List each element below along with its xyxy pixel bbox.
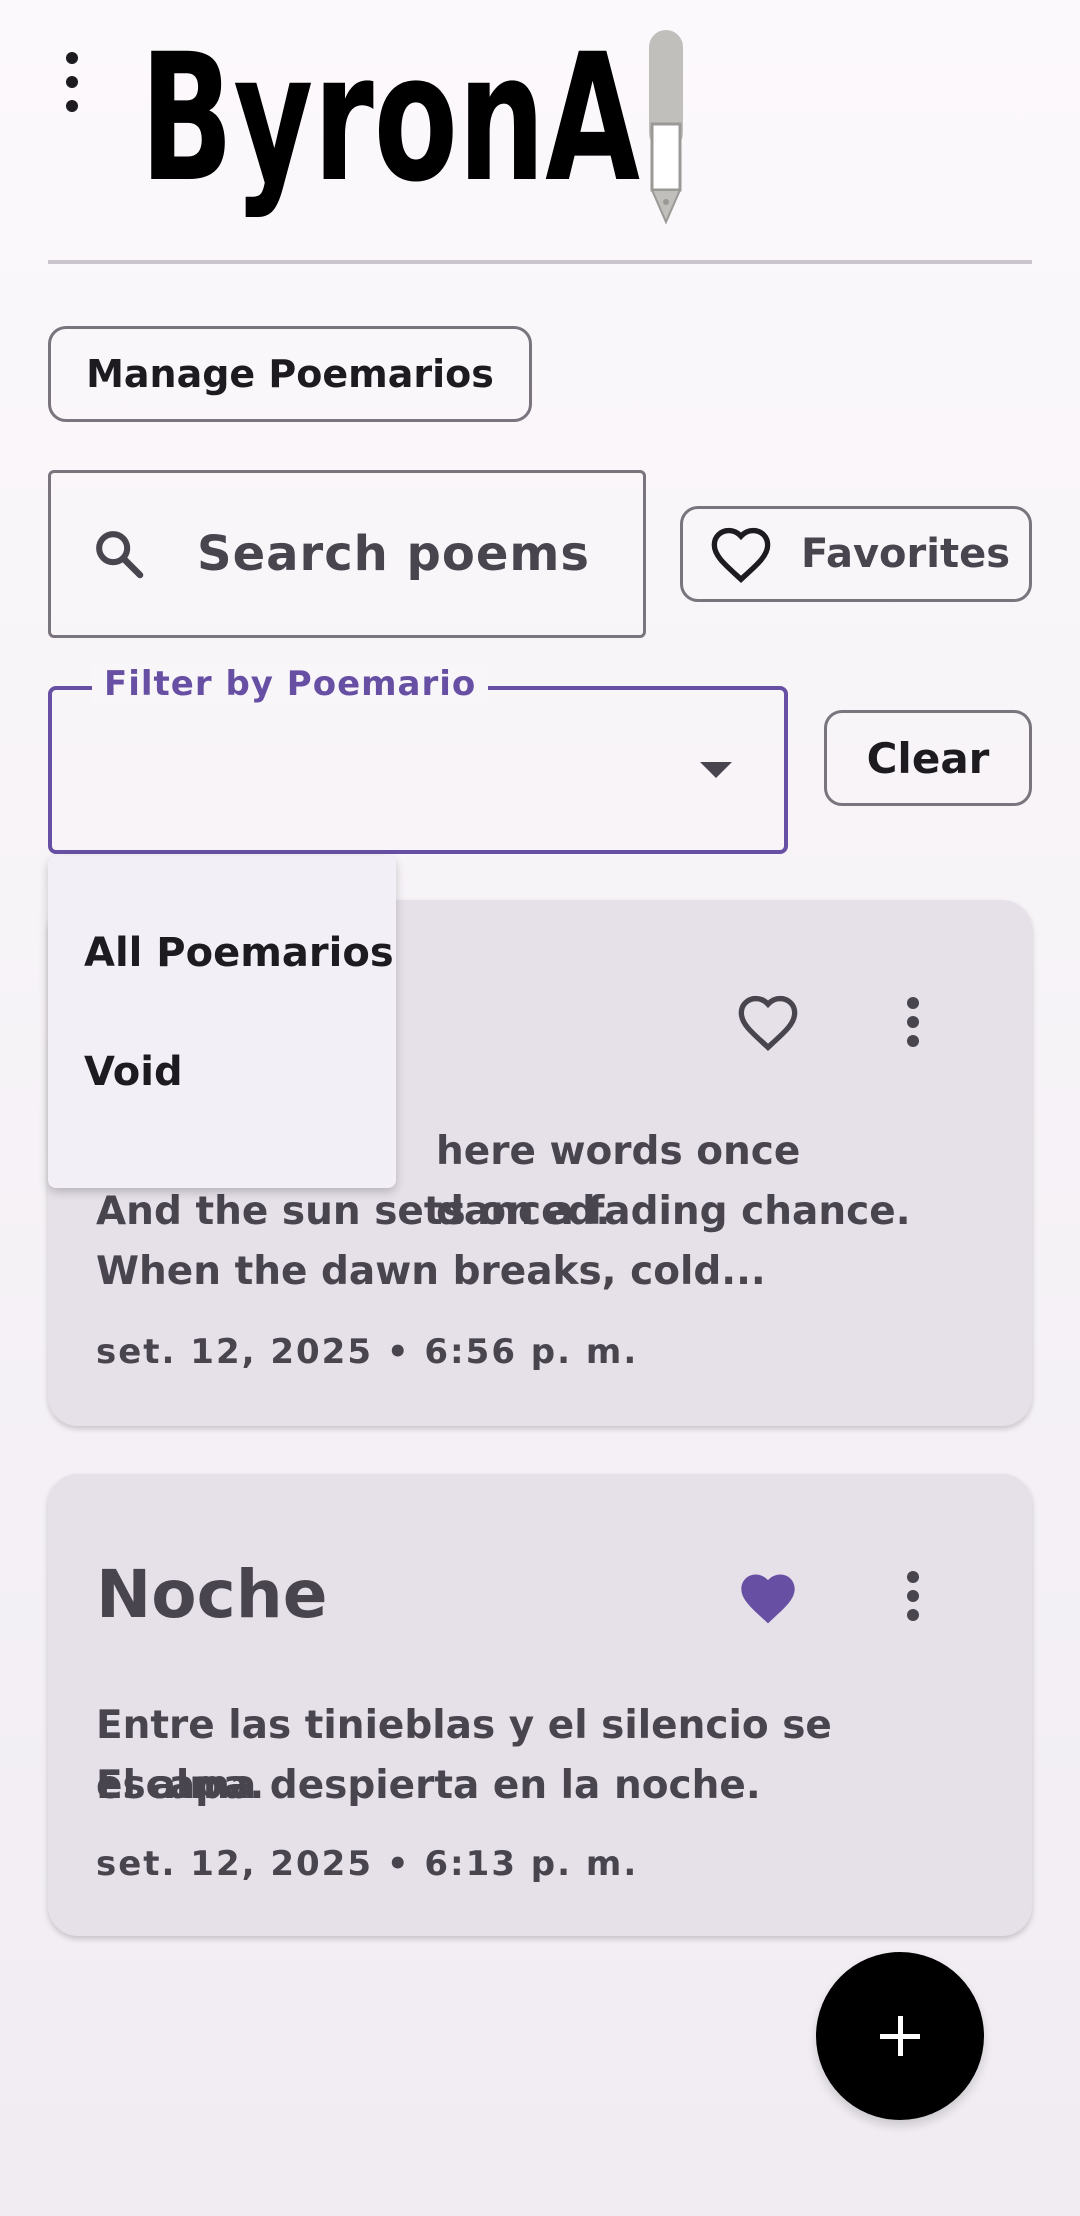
filter-label: Filter by Poemario <box>92 664 489 704</box>
heart-outline-icon[interactable] <box>736 992 800 1052</box>
poem-card[interactable]: Noche Entre las tinieblas y el silencio … <box>48 1474 1032 1936</box>
arrow-drop-down-icon <box>700 762 732 778</box>
app-logo: ByronA <box>140 24 700 224</box>
favorites-button[interactable]: Favorites <box>680 506 1032 602</box>
poem-date: set. 12, 2025 • 6:56 p. m. <box>96 1332 639 1372</box>
search-input[interactable]: Search poems <box>48 470 646 638</box>
svg-text:ByronA: ByronA <box>140 24 640 221</box>
more-vert-icon[interactable] <box>906 1571 920 1621</box>
fountain-pen-icon <box>649 30 683 224</box>
add-poem-button[interactable] <box>816 1952 984 2120</box>
header-divider <box>48 260 1032 264</box>
poemario-filter-select[interactable]: Filter by Poemario <box>48 664 788 854</box>
heart-filled-icon[interactable] <box>736 1568 800 1628</box>
poem-excerpt-line: El alma despierta en la noche. <box>96 1763 761 1808</box>
more-vert-icon[interactable] <box>906 997 920 1047</box>
clear-button[interactable]: Clear <box>824 710 1032 806</box>
plus-icon <box>880 2016 920 2056</box>
menu-item-all-poemarios[interactable]: All Poemarios <box>48 900 396 1000</box>
poem-excerpt-line: And the sun sets on a fading chance. <box>96 1189 911 1234</box>
menu-item-void[interactable]: Void <box>48 1000 396 1144</box>
search-icon <box>96 531 144 579</box>
poem-title: Noche <box>96 1556 328 1633</box>
favorites-label: Favorites <box>801 531 1011 577</box>
poemario-dropdown-menu: All Poemarios Void <box>48 856 396 1188</box>
menu-icon[interactable] <box>58 52 86 112</box>
poem-excerpt-line: When the dawn breaks, cold... <box>96 1249 766 1294</box>
poem-date: set. 12, 2025 • 6:13 p. m. <box>96 1844 639 1884</box>
manage-poemarios-button[interactable]: Manage Poemarios <box>48 326 532 422</box>
search-placeholder: Search poems <box>197 526 590 582</box>
heart-outline-icon <box>711 527 771 583</box>
poems-screen: ByronA Manage Poemarios Search poems Fav… <box>0 0 1080 2216</box>
